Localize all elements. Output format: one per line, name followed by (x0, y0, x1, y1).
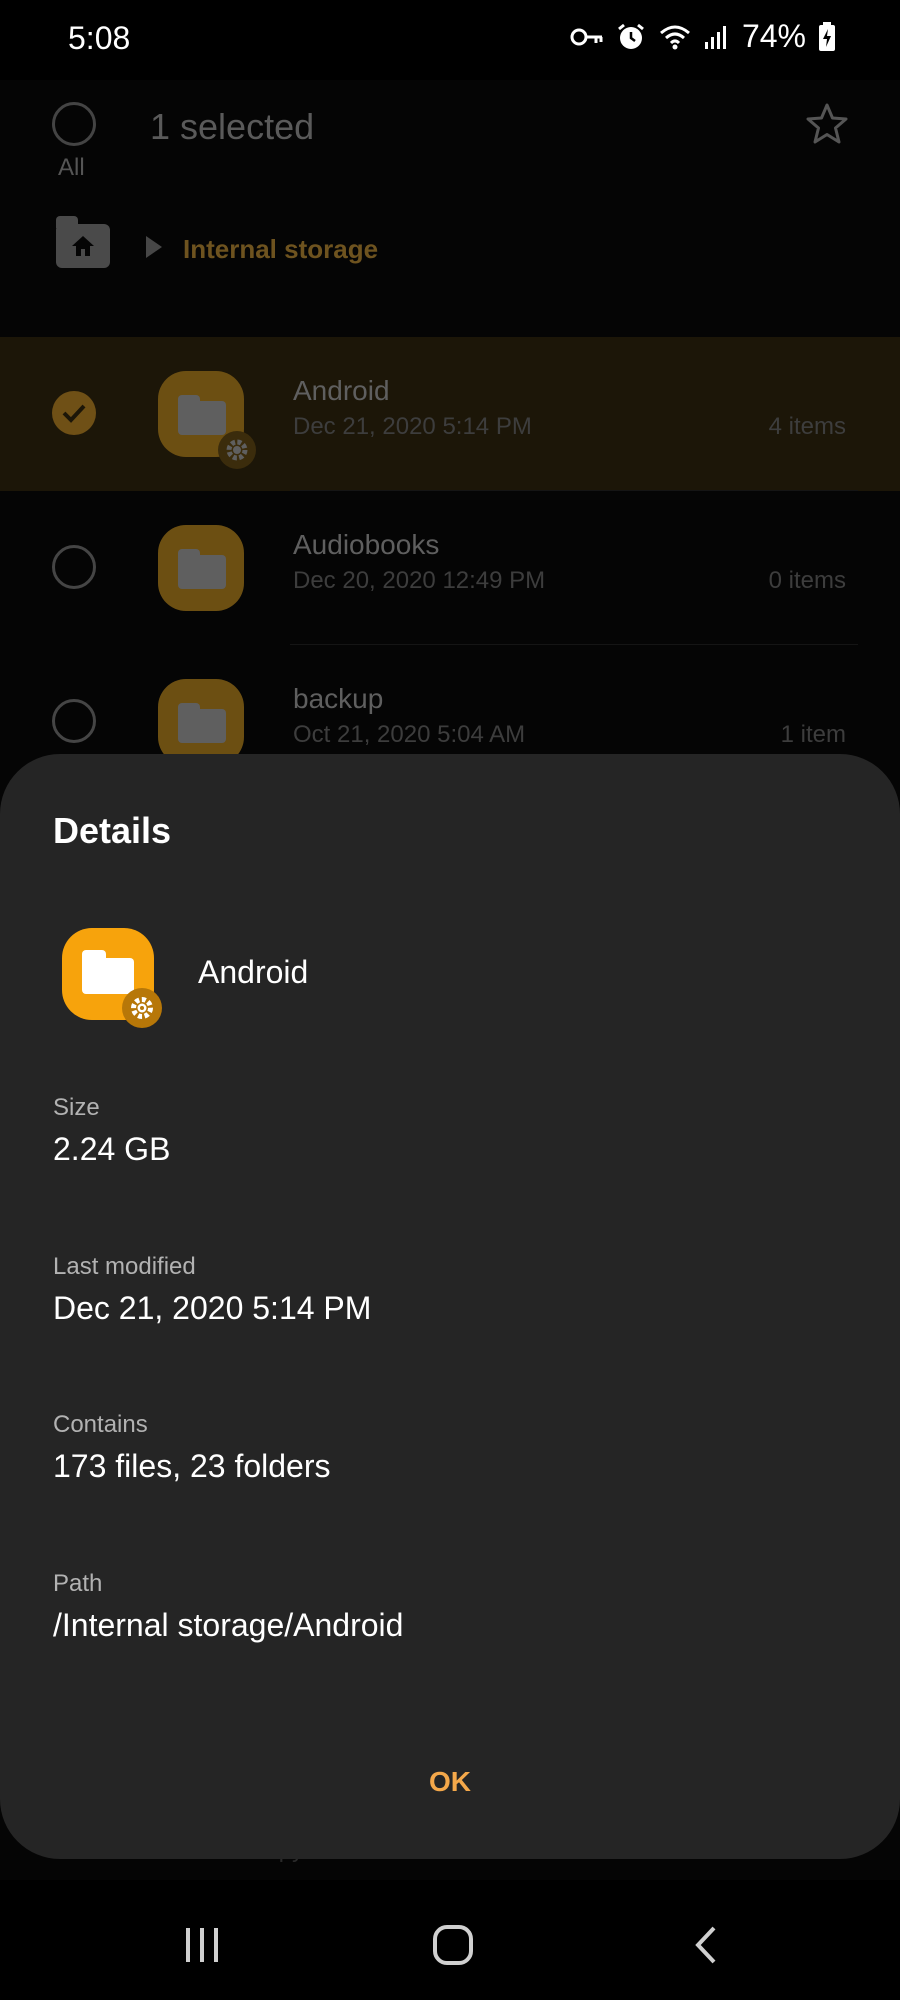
file-row-android[interactable]: Android Dec 21, 2020 5:14 PM 4 items (0, 337, 900, 491)
folder-icon (62, 928, 162, 1028)
signal-icon (704, 24, 730, 50)
battery-percent: 74% (741, 18, 806, 54)
recent-apps-icon[interactable] (183, 1926, 221, 1964)
file-name: backup (293, 683, 384, 714)
file-date: Dec 20, 2020 12:49 PM (293, 567, 546, 594)
status-time: 5:08 (68, 20, 131, 56)
ok-button[interactable]: OK (350, 1752, 550, 1812)
screen: 5:08 74% All 1 selected Internal storage… (0, 0, 900, 2000)
gear-icon (218, 431, 256, 469)
folder-icon (158, 679, 244, 765)
selected-count: 1 selected (150, 106, 315, 147)
file-date: Dec 21, 2020 5:14 PM (293, 413, 532, 440)
item-name: Android (198, 954, 309, 990)
select-all-label: All (58, 154, 85, 181)
row-checkbox[interactable] (52, 545, 96, 589)
path-label: Path (53, 1570, 103, 1597)
selection-header: All 1 selected Internal storage (0, 80, 900, 340)
dialog-title: Details (53, 810, 172, 851)
breadcrumb-arrow-icon (146, 236, 162, 258)
folder-icon (158, 525, 244, 611)
file-date: Oct 21, 2020 5:04 AM (293, 721, 526, 748)
details-dialog: Details Android Size 2.24 GB Last modifi… (0, 754, 900, 1859)
size-label: Size (53, 1094, 100, 1121)
file-row-audiobooks[interactable]: Audiobooks Dec 20, 2020 12:49 PM 0 items (0, 491, 900, 645)
gear-icon (122, 988, 162, 1028)
status-icons: 74% (570, 18, 836, 55)
contains-value: 173 files, 23 folders (53, 1448, 331, 1484)
back-icon[interactable] (690, 1924, 720, 1966)
alarm-icon (616, 22, 646, 52)
file-count: 1 item (780, 721, 846, 748)
last-modified-label: Last modified (53, 1253, 196, 1280)
breadcrumb-internal-storage[interactable]: Internal storage (183, 234, 378, 265)
path-value: /Internal storage/Android (53, 1607, 404, 1643)
size-value: 2.24 GB (53, 1131, 171, 1167)
folder-icon (158, 371, 256, 469)
last-modified-value: Dec 21, 2020 5:14 PM (53, 1290, 372, 1326)
select-all-checkbox[interactable] (52, 102, 96, 146)
contains-label: Contains (53, 1411, 148, 1438)
file-name: Audiobooks (293, 529, 440, 560)
battery-charging-icon (818, 21, 836, 52)
status-bar: 5:08 74% (0, 0, 900, 80)
navigation-bar (0, 1880, 900, 2000)
vpn-key-icon (570, 27, 604, 47)
file-count: 0 items (768, 567, 846, 594)
row-checkbox-checked[interactable] (52, 391, 96, 435)
file-count: 4 items (768, 413, 846, 440)
row-checkbox[interactable] (52, 699, 96, 743)
star-icon[interactable] (804, 102, 850, 151)
file-name: Android (293, 375, 390, 406)
home-folder-icon[interactable] (56, 216, 110, 268)
home-icon[interactable] (432, 1924, 474, 1966)
wifi-icon (658, 23, 692, 51)
